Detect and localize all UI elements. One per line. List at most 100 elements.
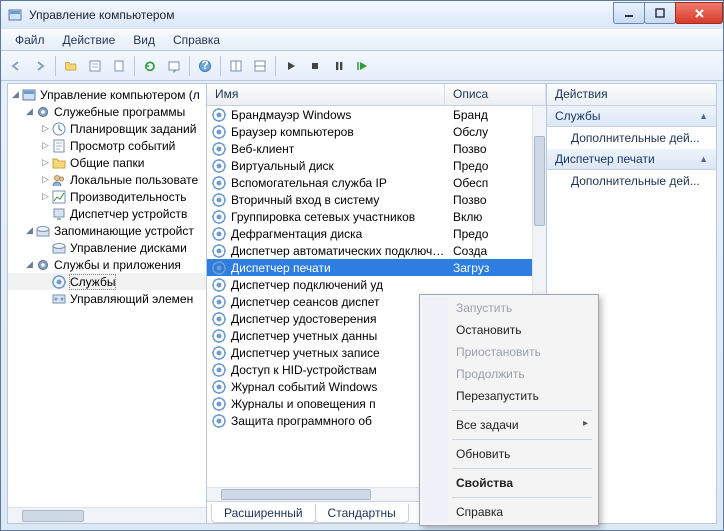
tree-device-manager[interactable]: Диспетчер устройств [8,205,206,222]
tree-local-users[interactable]: ▷Локальные пользовате [8,171,206,188]
close-button[interactable] [675,2,723,24]
actions-section-services[interactable]: Службы▲ [547,106,716,127]
service-desc: Вклю [449,210,532,224]
titlebar[interactable]: Управление компьютером [1,1,723,29]
service-icon [211,192,227,208]
play-button[interactable] [280,55,302,77]
menu-action[interactable]: Действие [55,31,124,49]
service-row[interactable]: Диспетчер подключений уд [207,276,532,293]
service-desc: Обесп [449,176,532,190]
service-icon [211,158,227,174]
menu-file[interactable]: Файл [7,31,53,49]
actions-more-1[interactable]: Дополнительные дей... [547,127,716,149]
col-desc[interactable]: Описа [445,84,546,105]
minimize-button[interactable] [613,2,645,24]
service-row[interactable]: Вспомогательная служба IPОбесп [207,174,532,191]
service-desc: Предо [449,227,532,241]
tree-services[interactable]: Службы [8,273,206,290]
actions-section-selected[interactable]: Диспетчер печати▲ [547,149,716,170]
tree-system-tools[interactable]: ◢Служебные программы [8,103,206,120]
service-icon [211,243,227,259]
services-header[interactable]: Имя Описа [207,84,546,106]
service-icon [211,362,227,378]
properties-button[interactable] [84,55,106,77]
menu-view[interactable]: Вид [125,31,163,49]
tree-hscrollbar[interactable] [8,507,206,523]
service-desc: Позво [449,193,532,207]
service-icon [211,124,227,140]
export-list-button[interactable] [163,55,185,77]
service-row[interactable]: Группировка сетевых участниковВклю [207,208,532,225]
ctx-restart[interactable]: Перезапустить [422,385,596,407]
tree-disk-mgmt[interactable]: Управление дисками [8,239,206,256]
tree-storage[interactable]: ◢Запоминающие устройст [8,222,206,239]
up-button[interactable] [60,55,82,77]
actions-more-2[interactable]: Дополнительные дей... [547,170,716,192]
console-tree[interactable]: ◢Управление компьютером (л ◢Служебные пр… [8,84,206,507]
service-icon [211,226,227,242]
tree-performance[interactable]: ▷Производительность [8,188,206,205]
service-name: Диспетчер подключений уд [231,278,449,292]
service-name: Брандмауэр Windows [231,108,449,122]
maximize-button[interactable] [644,2,676,24]
export-button[interactable] [108,55,130,77]
service-row[interactable]: Вторичный вход в системуПозво [207,191,532,208]
ctx-properties[interactable]: Свойства [422,472,596,494]
restart-button[interactable] [352,55,374,77]
service-icon [211,379,227,395]
view-columns-button[interactable] [225,55,247,77]
service-desc: Обслу [449,125,532,139]
refresh-button[interactable] [139,55,161,77]
tree-event-viewer[interactable]: ▷Просмотр событий [8,137,206,154]
toolbar: ? [1,51,723,81]
ctx-stop[interactable]: Остановить [422,319,596,341]
service-desc: Созда [449,244,532,258]
ctx-refresh[interactable]: Обновить [422,443,596,465]
service-row[interactable]: Диспетчер автоматических подключени...Со… [207,242,532,259]
service-row[interactable]: Виртуальный дискПредо [207,157,532,174]
help-button[interactable]: ? [194,55,216,77]
service-name: Журнал событий Windows [231,380,449,394]
service-row[interactable]: Брандмауэр WindowsБранд [207,106,532,123]
service-row[interactable]: Диспетчер печатиЗагруз [207,259,532,276]
actions-header: Действия [547,84,716,105]
ctx-start[interactable]: Запустить [422,297,596,319]
nav-forward-button[interactable] [29,55,51,77]
app-icon [7,7,23,23]
ctx-resume[interactable]: Продолжить [422,363,596,385]
col-name[interactable]: Имя [207,84,445,105]
service-name: Диспетчер автоматических подключени... [231,244,449,258]
window-frame: Управление компьютером Файл Действие Вид… [0,0,724,531]
service-icon [211,107,227,123]
service-name: Журналы и оповещения п [231,397,449,411]
service-name: Защита программного об [231,414,449,428]
tree-pane: ◢Управление компьютером (л ◢Служебные пр… [8,84,206,523]
tab-standard[interactable]: Стандартны [315,504,409,523]
ctx-all-tasks[interactable]: Все задачи [422,414,596,436]
service-name: Вспомогательная служба IP [231,176,449,190]
service-desc: Позво [449,142,532,156]
service-row[interactable]: Веб-клиентПозво [207,140,532,157]
ctx-help[interactable]: Справка [422,501,596,523]
service-row[interactable]: Дефрагментация дискаПредо [207,225,532,242]
service-desc: Бранд [449,108,532,122]
svg-text:?: ? [201,59,208,72]
collapse-icon: ▲ [699,154,708,164]
collapse-icon: ▲ [699,111,708,121]
view-split-button[interactable] [249,55,271,77]
menu-help[interactable]: Справка [165,31,228,49]
service-icon [211,260,227,276]
stop-button[interactable] [304,55,326,77]
context-menu: Запустить Остановить Приостановить Продо… [419,294,599,526]
tree-services-apps[interactable]: ◢Службы и приложения [8,256,206,273]
ctx-pause[interactable]: Приостановить [422,341,596,363]
service-row[interactable]: Браузер компьютеровОбслу [207,123,532,140]
tree-task-scheduler[interactable]: ▷Планировщик заданий [8,120,206,137]
pause-button[interactable] [328,55,350,77]
service-name: Группировка сетевых участников [231,210,449,224]
nav-back-button[interactable] [5,55,27,77]
tab-extended[interactable]: Расширенный [211,504,316,523]
tree-root[interactable]: ◢Управление компьютером (л [8,86,206,103]
tree-shared-folders[interactable]: ▷Общие папки [8,154,206,171]
tree-wmi[interactable]: Управляющий элемен [8,290,206,307]
